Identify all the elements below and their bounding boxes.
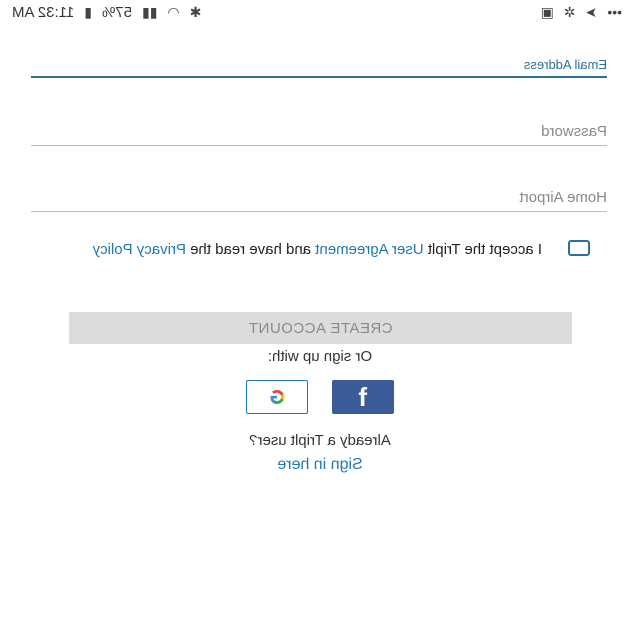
- send-icon: ➤: [585, 3, 598, 20]
- image-icon: ▣: [540, 3, 554, 20]
- user-agreement-link[interactable]: User Agreement: [315, 241, 423, 258]
- or-sign-up-text: Or sign up with:: [267, 348, 373, 365]
- screen: ••• ➤ ✲ ▣ ✱ ◠ ▮▮ 57% ▮ 11:32 AM Email Ad…: [0, 0, 640, 640]
- already-user-text: Already a Triplt user?: [249, 432, 391, 449]
- clock: 11:32 AM: [12, 3, 75, 21]
- email-field[interactable]: Email Address: [31, 50, 607, 78]
- facebook-icon: f: [358, 381, 368, 412]
- agreement-text-2: and have read the: [185, 241, 316, 258]
- password-underline: [31, 145, 607, 146]
- home-airport-label: Home Airport: [519, 189, 607, 206]
- dots-icon: •••: [607, 4, 622, 20]
- signal-icon: ▮▮: [142, 3, 158, 20]
- google-sign-up-button[interactable]: G: [246, 380, 308, 414]
- google-icon: [270, 390, 285, 404]
- email-underline: [31, 76, 607, 78]
- battery-icon: ▮: [84, 3, 92, 20]
- sign-in-link[interactable]: Sign in here: [0, 456, 640, 474]
- create-account-button[interactable]: CREATE ACCOUNT: [69, 312, 572, 344]
- password-label: Password: [541, 123, 607, 140]
- status-bar: ••• ➤ ✲ ▣ ✱ ◠ ▮▮ 57% ▮ 11:32 AM: [0, 0, 640, 24]
- pinwheel-icon: ✲: [563, 3, 576, 20]
- agreement-text-1: I accept the Triplt: [423, 241, 542, 258]
- facebook-sign-up-button[interactable]: f: [332, 380, 394, 414]
- battery-text: 57%: [101, 3, 133, 21]
- status-bar-right: ✱ ◠ ▮▮ 57% ▮ 11:32 AM: [0, 4, 201, 21]
- email-label: Email Address: [523, 57, 607, 72]
- home-airport-field[interactable]: Home Airport: [31, 184, 607, 212]
- password-field[interactable]: Password: [31, 118, 607, 146]
- bluetooth-icon: ✱: [189, 3, 202, 20]
- wifi-icon: ◠: [167, 3, 180, 20]
- agreement-checkbox[interactable]: [568, 240, 590, 256]
- agreement-text: I accept the Triplt User Agreement and h…: [62, 236, 542, 264]
- home-airport-underline: [31, 211, 607, 212]
- privacy-policy-link[interactable]: Privacy Policy: [93, 241, 186, 258]
- status-bar-left: ••• ➤ ✲ ▣: [541, 4, 640, 21]
